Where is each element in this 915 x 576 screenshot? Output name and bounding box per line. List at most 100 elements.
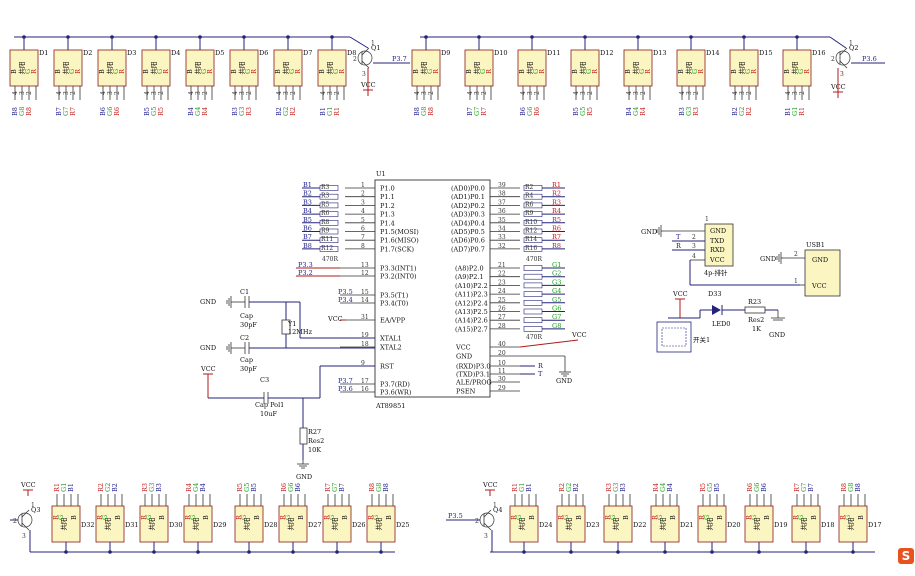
led-g-letter: G	[189, 515, 197, 520]
led-b-letter: B	[465, 69, 473, 74]
led-pin-num: 4	[144, 91, 151, 95]
led0-triangle	[712, 305, 721, 315]
mcu-p2-num: 26	[498, 306, 506, 313]
r23-des: R23	[748, 298, 761, 306]
q3-body	[17, 512, 33, 528]
led-g-letter: G	[101, 515, 109, 520]
led-net-label: R6	[113, 107, 121, 116]
mcu-b-net: B1	[303, 181, 312, 189]
junction-dot	[108, 550, 112, 554]
led-designator: D11	[547, 49, 560, 57]
gnd-r27-label: GND	[296, 473, 312, 481]
led-net-label: B1	[525, 483, 533, 492]
led-designator: D22	[633, 521, 646, 529]
led-designator: D31	[125, 521, 138, 529]
junction-dot	[247, 550, 251, 554]
uart-rxd: RXD	[710, 246, 725, 254]
mcu-p0-res-label: R6	[525, 201, 534, 208]
q4-pin3: 3	[484, 533, 488, 540]
mcu-p2-name: (A15)P2.7	[455, 325, 488, 333]
led-pin-num: 2	[428, 91, 435, 95]
led-net-label: R2	[745, 107, 753, 116]
uart-n3: 3	[692, 243, 696, 250]
junction-dot	[110, 35, 114, 39]
mcu-pin2-name: P3.4(T0)	[380, 300, 409, 308]
sogou-s-icon[interactable]: S	[898, 548, 914, 564]
q2-collector-wire	[829, 36, 847, 49]
q3-pin1: 1	[31, 502, 35, 509]
led-pin-num: 3	[283, 91, 290, 95]
led-b-letter: B	[716, 515, 724, 520]
q4-pin2: 2	[475, 518, 479, 525]
led-net-label: R5	[157, 107, 165, 116]
y1-val: 12MHz	[288, 328, 313, 336]
mcu-pin-name: P1.4	[380, 219, 395, 227]
mcu-p0-res-label: R4	[525, 193, 534, 200]
junction-dot	[757, 550, 761, 554]
led-pin-num: 4	[188, 91, 195, 95]
led-pin-num: 3	[421, 91, 428, 95]
c1-val: Cap	[240, 312, 253, 320]
mcu-p2-num: 21	[498, 262, 506, 269]
led-net-label: B4	[199, 483, 207, 492]
mcu-pin-name: P1.2	[380, 202, 395, 210]
mcu-g-net: G8	[552, 322, 561, 330]
mcu-p2-res	[523, 317, 543, 324]
led-net-label: R5	[586, 107, 594, 116]
junction-dot	[477, 35, 481, 39]
led-pin-num: 4	[732, 91, 739, 95]
led-designator: D3	[127, 49, 136, 57]
mcu-misc-name: GND	[456, 353, 472, 361]
led-b-letter: B	[763, 515, 771, 520]
uart-txd: TXD	[710, 237, 724, 245]
mcu-pin2-name: P3.5(T1)	[380, 292, 409, 300]
led-pin-num: 4	[276, 91, 283, 95]
mcu-b-net: B8	[303, 242, 312, 250]
mcu-res-label: R8	[321, 219, 330, 226]
mcu-p2-num: 27	[498, 314, 506, 321]
mcu-res-label: R12	[321, 245, 333, 252]
reset-vcc-label: VCC	[200, 365, 216, 373]
led-pin-num: 3	[19, 91, 26, 95]
uart-header-label: 4p-排针	[704, 268, 728, 277]
led-net-label: B6	[760, 483, 768, 492]
led-net-label: B3	[155, 483, 163, 492]
led-designator: D9	[441, 49, 450, 57]
led-net-label: R7	[480, 107, 488, 116]
mcu-res-label: R6	[321, 210, 330, 217]
q2-pin1: 1	[849, 40, 853, 47]
mcu-p0-name: (AD5)P0.5	[451, 228, 485, 236]
led-net-label: R1	[333, 107, 341, 116]
mcu-p0-res-label: R14	[525, 236, 537, 243]
gnd20-label: GND	[556, 377, 572, 385]
led-pin-num: 4	[467, 91, 474, 95]
led-designator: D1	[39, 49, 48, 57]
led-b-letter: B	[54, 69, 62, 74]
mcu-pin2-num: 18	[361, 341, 369, 348]
led-designator: D20	[727, 521, 740, 529]
pwr-vcc-label: VCC	[672, 290, 688, 298]
mcu-r-net: R4	[552, 207, 561, 215]
mcu-g-net: G3	[552, 278, 561, 286]
q4-pin1: 1	[493, 502, 497, 509]
mcu-r-net: R8	[552, 242, 561, 250]
junction-dot	[335, 550, 339, 554]
led-designator: D12	[600, 49, 613, 57]
junction-dot	[152, 550, 156, 554]
mcu-p0-res-note: 470R	[526, 256, 542, 263]
led-pin-num: 2	[290, 91, 297, 95]
mcu-pin-num: 3	[361, 199, 365, 206]
led-pin-num: 2	[587, 91, 594, 95]
junction-dot	[795, 35, 799, 39]
mcu-pin-num: 8	[361, 243, 365, 250]
mcu-pin-num: 4	[361, 208, 365, 215]
mcu-p2-num: 22	[498, 271, 506, 278]
mcu-pin2-name: EA/VPP	[380, 317, 406, 325]
led-net-label: R6	[533, 107, 541, 116]
junction-dot	[291, 550, 295, 554]
led-pin-num: 3	[527, 91, 534, 95]
mcu-p2-name: (A8)P2.0	[455, 265, 484, 273]
c2-des: C2	[240, 334, 249, 342]
led-net-label: B2	[111, 483, 119, 492]
led-b-letter: B	[412, 69, 420, 74]
